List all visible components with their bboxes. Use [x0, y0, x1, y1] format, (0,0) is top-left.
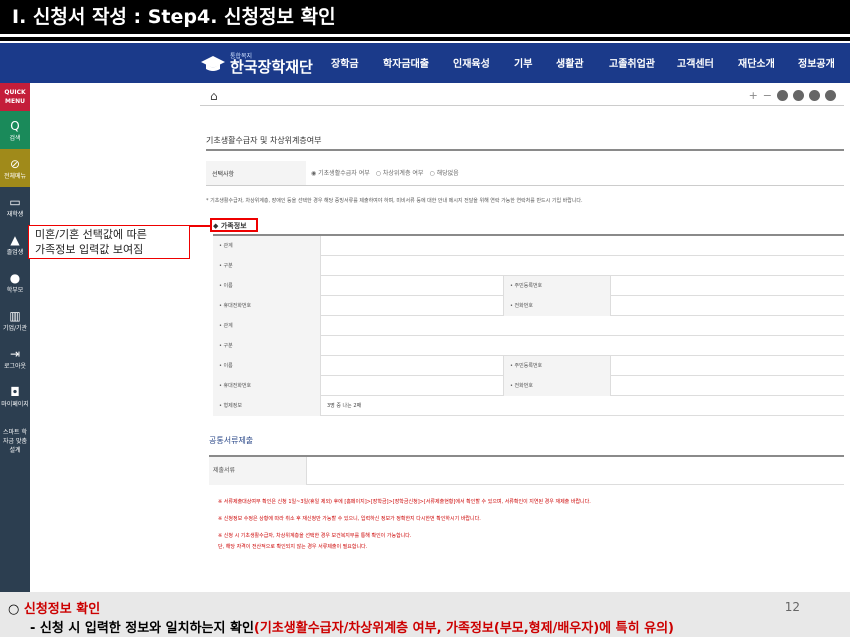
twitter-icon[interactable] [809, 90, 820, 101]
people-icon: ● [9, 270, 21, 285]
table-row: • 구분 [213, 336, 844, 356]
quick-graduate[interactable]: ▲ 졸업생 [0, 225, 30, 263]
footer-description: - 신청 시 입력한 정보와 일치하는지 확인(기초생활수급자/차상위계층 여부… [30, 621, 674, 636]
page-number: 12 [784, 600, 800, 614]
quick-parents[interactable]: ● 학부모 [0, 263, 30, 301]
search-icon: Q [10, 118, 20, 133]
sibling-info-value: 3명 중 나는 2째 [327, 403, 362, 409]
quick-menu-header: QUICK MENU [0, 83, 30, 111]
callout-line-1: 미혼/기혼 선택값에 따른 [35, 228, 147, 241]
family-info-table: • 관계 • 구분 • 이름 • 주민등록번호 • 휴대전화번호 • 전화번호 … [213, 234, 844, 460]
radio-near-poverty[interactable]: ○ 차상위계층 여부 [376, 168, 424, 177]
warning-line-1: ※ 서류제출대상여부 확인은 신청 1일~3일(휴일 제외) 후에 [홈페이지]… [218, 499, 591, 505]
docs-table: 제출서류 [209, 455, 844, 485]
site-logo[interactable]: 통합복지 한국장학재단 [200, 50, 313, 78]
docs-section-title: 공통서류제출 [209, 436, 254, 445]
table-row: • 이름 • 주민등록번호 [213, 276, 844, 296]
graduation-cap-icon [201, 56, 225, 71]
page-toolbar: ⌂ + − [200, 88, 844, 106]
website-screenshot: 통합복지 한국장학재단 장학금 학자금대출 인재육성 기부 생활관 고졸취업관 … [0, 43, 850, 592]
nav-disclosure[interactable]: 정보공개 [798, 55, 835, 70]
facebook-icon[interactable] [793, 90, 804, 101]
nav-donation[interactable]: 기부 [514, 55, 532, 70]
welfare-note: * 기초생활수급자, 차상위계층, 장애인 등을 선택한 경우 해당 증빙서류를… [206, 198, 583, 204]
nav-scholarship[interactable]: 장학금 [331, 55, 359, 70]
table-row: • 관계 [213, 316, 844, 336]
menu-icon: ⊘ [9, 156, 21, 171]
slide-title: Ⅰ. 신청서 작성 : Step4. 신청정보 확인 [0, 0, 850, 34]
callout-connector [190, 225, 210, 227]
nav-customer-center[interactable]: 고객센터 [677, 55, 714, 70]
highlight-box [210, 218, 258, 232]
callout-box: 미혼/기혼 선택값에 따른 가족정보 입력값 보여짐 [28, 225, 190, 259]
select-label: 선택사항 [212, 171, 235, 178]
quick-all-menu[interactable]: ⊘ 전체메뉴 [0, 149, 30, 187]
quick-smart-plan[interactable]: 스마트 학자금 맞춤설계 [0, 415, 30, 465]
lock-icon: ◘ [10, 384, 20, 399]
quick-mypage[interactable]: ◘ 마이페이지 [0, 377, 30, 415]
nav-about[interactable]: 재단소개 [738, 55, 775, 70]
table-bottom-rule [206, 185, 844, 186]
warning-line-4: 단, 해당 자격이 전산적으로 확인되지 않는 경우 서류제출이 필요합니다. [218, 544, 368, 550]
table-top-rule [206, 149, 844, 151]
table-row: • 구분 [213, 256, 844, 276]
nav-hs-employment[interactable]: 고졸취업관 [609, 55, 655, 70]
quick-search[interactable]: Q 검색 [0, 111, 30, 149]
docs-label: 제출서류 [209, 457, 307, 485]
top-navigation: 통합복지 한국장학재단 장학금 학자금대출 인재육성 기부 생활관 고졸취업관 … [0, 43, 850, 83]
quick-company[interactable]: ▥ 기업/기관 [0, 301, 30, 339]
nav-talent[interactable]: 인재육성 [453, 55, 490, 70]
radio-none[interactable]: ○ 해당없음 [429, 168, 458, 177]
warning-line-3: ※ 신청 시 기초생활수급자, 차상위계층을 선택한 경우 보건복지부를 통해 … [218, 533, 412, 539]
table-row: • 형제정보 3명 중 나는 2째 [213, 396, 844, 416]
graduation-icon: ▲ [10, 232, 20, 247]
print-icon[interactable] [777, 90, 788, 101]
building-icon: ▥ [9, 308, 21, 323]
title-rule [0, 37, 850, 41]
table-row: • 휴대전화번호 • 전화번호 [213, 376, 844, 396]
quick-menu: QUICK MENU Q 검색 ⊘ 전체메뉴 ▭ 재학생 ▲ 졸업생 ● 학부모… [0, 83, 30, 592]
blog-icon[interactable] [825, 90, 836, 101]
table-row: • 휴대전화번호 • 전화번호 [213, 296, 844, 316]
callout-line-2: 가족정보 입력값 보여짐 [35, 243, 144, 256]
table-row: • 관계 [213, 236, 844, 256]
quick-student[interactable]: ▭ 재학생 [0, 187, 30, 225]
book-icon: ▭ [9, 194, 21, 209]
warning-line-2: ※ 신청정보 수정은 상황에 따라 취소 후 재신청만 가능할 수 있으니, 입… [218, 516, 481, 522]
nav-dormitory[interactable]: 생활관 [556, 55, 584, 70]
logo-title: 한국장학재단 [230, 57, 313, 76]
zoom-out-icon[interactable]: − [763, 89, 772, 102]
welfare-radio-group: ◉ 기초생활수급자 여부 ○ 차상위계층 여부 ○ 해당없음 [311, 168, 459, 177]
nav-student-loan[interactable]: 학자금대출 [383, 55, 429, 70]
footer-heading: ○ 신청정보 확인 [8, 602, 101, 617]
logout-icon: ⇥ [9, 346, 21, 361]
quick-logout[interactable]: ⇥ 로그아웃 [0, 339, 30, 377]
home-icon[interactable]: ⌂ [210, 89, 218, 103]
radio-basic-recipient[interactable]: ◉ 기초생활수급자 여부 [311, 168, 370, 177]
section-title-welfare: 기초생활수급자 및 차상위계층여부 [206, 136, 322, 145]
zoom-in-icon[interactable]: + [749, 89, 758, 102]
table-row: • 이름 • 주민등록번호 [213, 356, 844, 376]
